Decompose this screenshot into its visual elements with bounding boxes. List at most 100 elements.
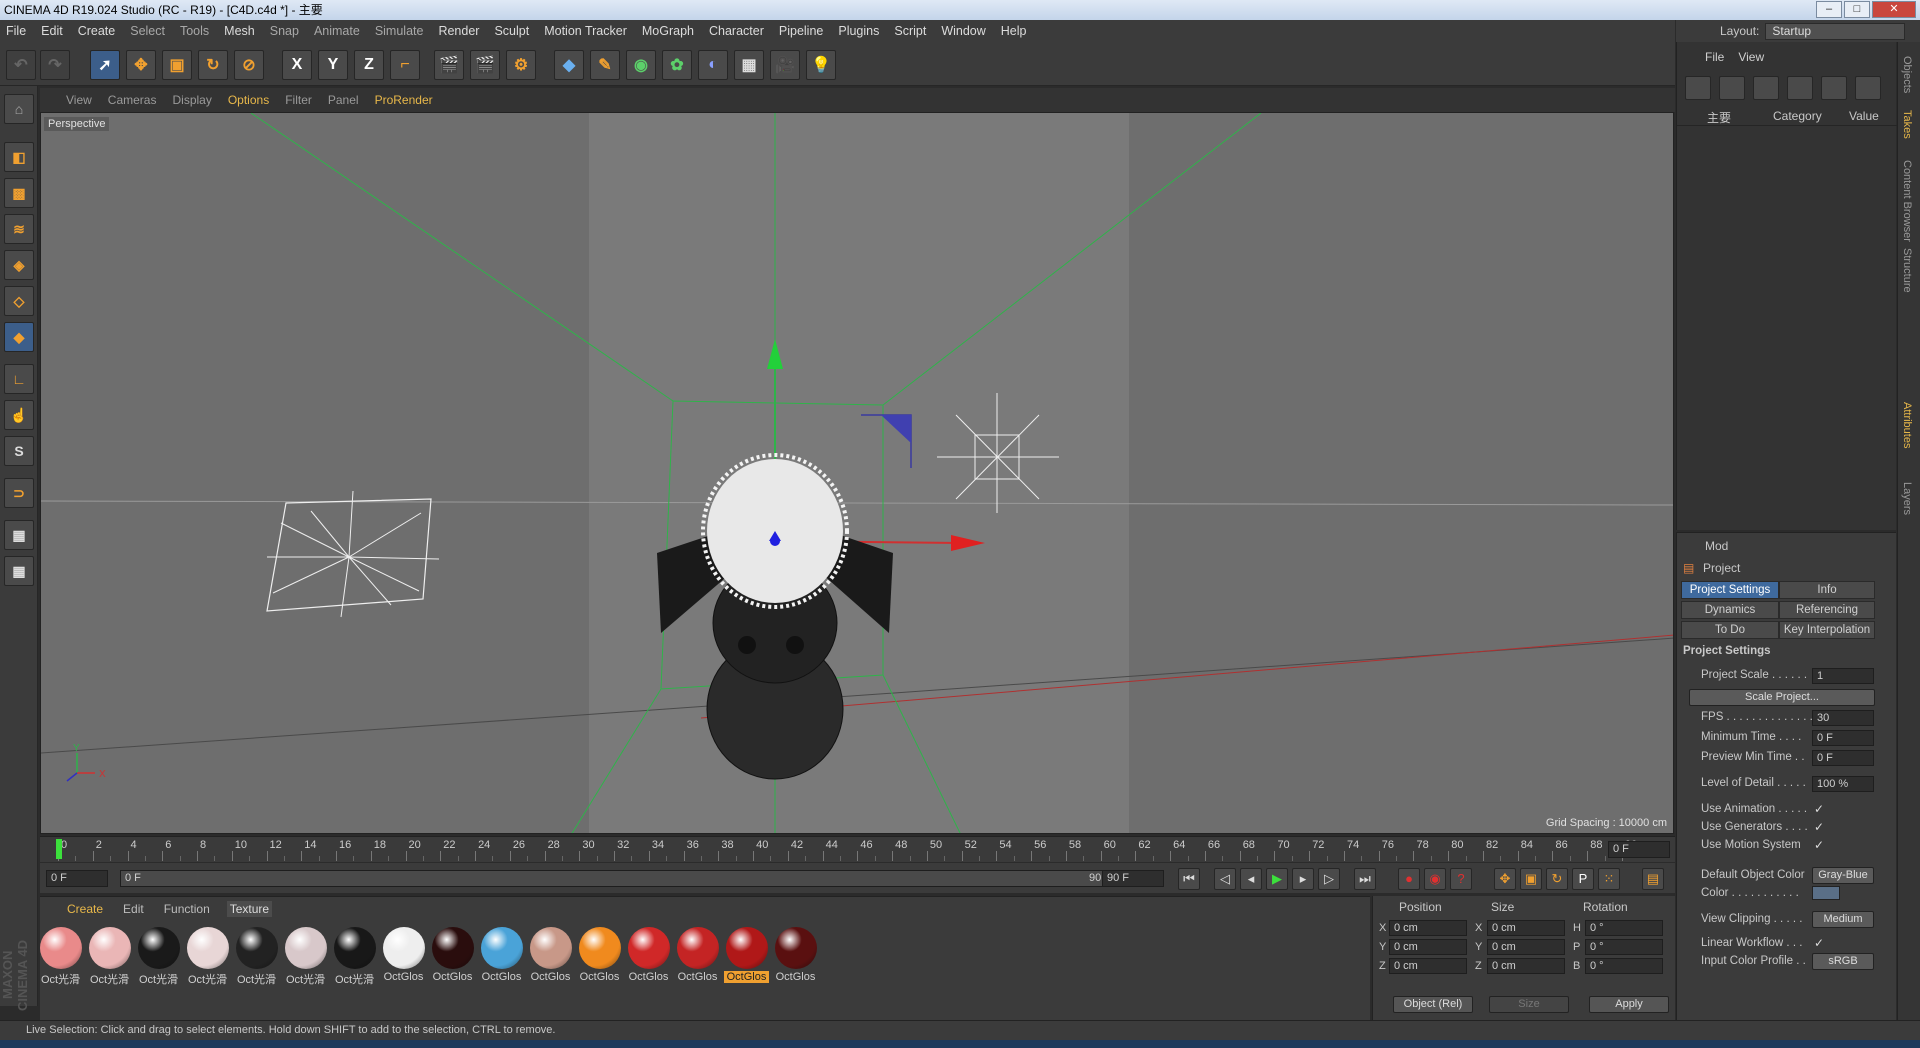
attribute-field[interactable]: 0 F	[1812, 730, 1874, 746]
tab-key-interpolation[interactable]: Key Interpolation	[1779, 621, 1875, 639]
timeline-window-icon[interactable]: ▤	[1642, 868, 1664, 890]
recent-tool-icon[interactable]: ⊘	[234, 50, 264, 80]
attribute-dropdown[interactable]: sRGB	[1812, 953, 1874, 970]
viewport-menu-prorender[interactable]: ProRender	[375, 93, 433, 107]
menu-mograph[interactable]: MoGraph	[642, 24, 694, 38]
cube-primitive-icon[interactable]: ◆	[554, 50, 584, 80]
rotation-field[interactable]: 0 °	[1585, 958, 1663, 974]
minimize-button[interactable]: –	[1816, 1, 1842, 18]
menu-file[interactable]: File	[6, 24, 26, 38]
key-rotation-icon[interactable]: ↻	[1546, 868, 1568, 890]
viewport-menu-filter[interactable]: Filter	[285, 93, 312, 107]
move-tool-icon[interactable]: ✥	[126, 50, 156, 80]
cloner-icon[interactable]: ✿	[662, 50, 692, 80]
texture-mode-icon[interactable]: ▩	[4, 178, 34, 208]
edges-mode-icon[interactable]: ◇	[4, 286, 34, 316]
side-tab-objects[interactable]: Objects	[1901, 56, 1913, 93]
octane-camera-icon[interactable]	[1719, 76, 1745, 100]
material-swatch[interactable]: Oct光滑	[87, 927, 132, 987]
play-icon[interactable]: ▶	[1266, 868, 1288, 890]
workplane-lock-icon[interactable]: ▦	[4, 520, 34, 550]
x-axis-lock-icon[interactable]: X	[282, 50, 312, 80]
color-swatch[interactable]	[1812, 886, 1840, 900]
record-icon[interactable]: ●	[1398, 868, 1420, 890]
material-swatch[interactable]: Oct光滑	[136, 927, 181, 987]
material-swatch[interactable]: OctGlos	[479, 927, 524, 987]
key-pla-icon[interactable]: ⁙	[1598, 868, 1620, 890]
end-frame-field[interactable]: 90 F	[1102, 870, 1164, 887]
scale-tool-icon[interactable]: ▣	[162, 50, 192, 80]
material-menu-function[interactable]: Function	[161, 901, 213, 917]
viewport-menu-view[interactable]: View	[66, 93, 92, 107]
floor-icon[interactable]: ▦	[734, 50, 764, 80]
y-axis-lock-icon[interactable]: Y	[318, 50, 348, 80]
layout-dropdown[interactable]: Startup	[1765, 22, 1906, 40]
material-swatch[interactable]: Oct光滑	[283, 927, 328, 987]
menu-mesh[interactable]: Mesh	[224, 24, 255, 38]
material-swatch[interactable]: OctGlos	[381, 927, 426, 987]
tab-dynamics[interactable]: Dynamics	[1681, 601, 1779, 619]
subdivision-surface-icon[interactable]: ◉	[626, 50, 656, 80]
menu-snap[interactable]: Snap	[270, 24, 299, 38]
apply-button[interactable]: Apply	[1589, 996, 1669, 1013]
render-settings-icon[interactable]: ⚙	[506, 50, 536, 80]
size-field[interactable]: 0 cm	[1487, 939, 1565, 955]
viewport-menu-cameras[interactable]: Cameras	[108, 93, 157, 107]
make-editable-icon[interactable]: ⌂	[4, 94, 34, 124]
live-selection-icon[interactable]: ➚	[90, 50, 120, 80]
material-swatch[interactable]: OctGlos	[430, 927, 475, 987]
workplane-mode-icon[interactable]: ≋	[4, 214, 34, 244]
material-swatch[interactable]: OctGlos	[675, 927, 720, 987]
redo-icon[interactable]: ↷	[40, 50, 70, 80]
side-tab-attributes[interactable]: Attributes	[1901, 402, 1913, 448]
start-frame-field[interactable]: 0 F	[46, 870, 108, 887]
menu-create[interactable]: Create	[78, 24, 116, 38]
side-tab-structure[interactable]: Structure	[1901, 248, 1913, 293]
solo-mode-icon[interactable]: S	[4, 436, 34, 466]
tweak-mode-icon[interactable]: ☝	[4, 400, 34, 430]
side-tab-layers[interactable]: Layers	[1901, 482, 1913, 515]
go-to-start-icon[interactable]: ⏮	[1178, 868, 1200, 890]
size-mode-dropdown[interactable]: Size	[1489, 996, 1569, 1013]
prev-frame-icon[interactable]: ◂	[1240, 868, 1262, 890]
rotate-tool-icon[interactable]: ↻	[198, 50, 228, 80]
deformer-icon[interactable]: ◐	[698, 50, 728, 80]
attribute-dropdown[interactable]: Medium	[1812, 911, 1874, 928]
octane-render-icon[interactable]	[1821, 76, 1847, 100]
rotation-field[interactable]: 0 °	[1585, 939, 1663, 955]
octane-material-icon[interactable]	[1855, 76, 1881, 100]
material-swatch[interactable]: Oct光滑	[38, 927, 83, 987]
menu-plugins[interactable]: Plugins	[838, 24, 879, 38]
z-axis-lock-icon[interactable]: Z	[354, 50, 384, 80]
tab-referencing[interactable]: Referencing	[1779, 601, 1875, 619]
attribute-checkbox[interactable]: ✓	[1814, 838, 1824, 852]
material-swatch[interactable]: OctGlos	[528, 927, 573, 987]
object-menu-file[interactable]: File	[1705, 50, 1724, 64]
attribute-mode-menu[interactable]: Mod	[1705, 539, 1728, 553]
menu-pipeline[interactable]: Pipeline	[779, 24, 823, 38]
current-frame-field[interactable]: 0 F	[1608, 841, 1670, 858]
close-button[interactable]: ✕	[1872, 1, 1916, 18]
size-field[interactable]: 0 cm	[1487, 920, 1565, 936]
menu-help[interactable]: Help	[1001, 24, 1027, 38]
material-swatch[interactable]: OctGlos	[577, 927, 622, 987]
render-picture-viewer-icon[interactable]: 🎬	[470, 50, 500, 80]
menu-character[interactable]: Character	[709, 24, 764, 38]
position-field[interactable]: 0 cm	[1389, 939, 1467, 955]
keyframe-selection-icon[interactable]: ?	[1450, 868, 1472, 890]
polygons-mode-icon[interactable]: ◆	[4, 322, 34, 352]
tab-info[interactable]: Info	[1779, 581, 1875, 599]
side-tab-content-browser[interactable]: Content Browser	[1901, 160, 1913, 242]
attribute-field[interactable]: 1	[1812, 668, 1874, 684]
attribute-field[interactable]: 30	[1812, 710, 1874, 726]
material-menu-edit[interactable]: Edit	[120, 901, 147, 917]
viewport-menu-panel[interactable]: Panel	[328, 93, 359, 107]
size-field[interactable]: 0 cm	[1487, 958, 1565, 974]
material-swatch[interactable]: OctGlos	[724, 927, 769, 987]
points-mode-icon[interactable]: ◈	[4, 250, 34, 280]
object-menu-view[interactable]: View	[1738, 50, 1764, 64]
material-swatch[interactable]: Oct光滑	[234, 927, 279, 987]
timeline-ruler[interactable]: 0 2 4 6 8 10 12 14 16 18 20 22 24 26 28 30 32 34 36 38 40 42 4…	[40, 836, 1675, 862]
material-menu-texture[interactable]: Texture	[226, 901, 273, 917]
go-to-end-icon[interactable]: ⏭	[1354, 868, 1376, 890]
